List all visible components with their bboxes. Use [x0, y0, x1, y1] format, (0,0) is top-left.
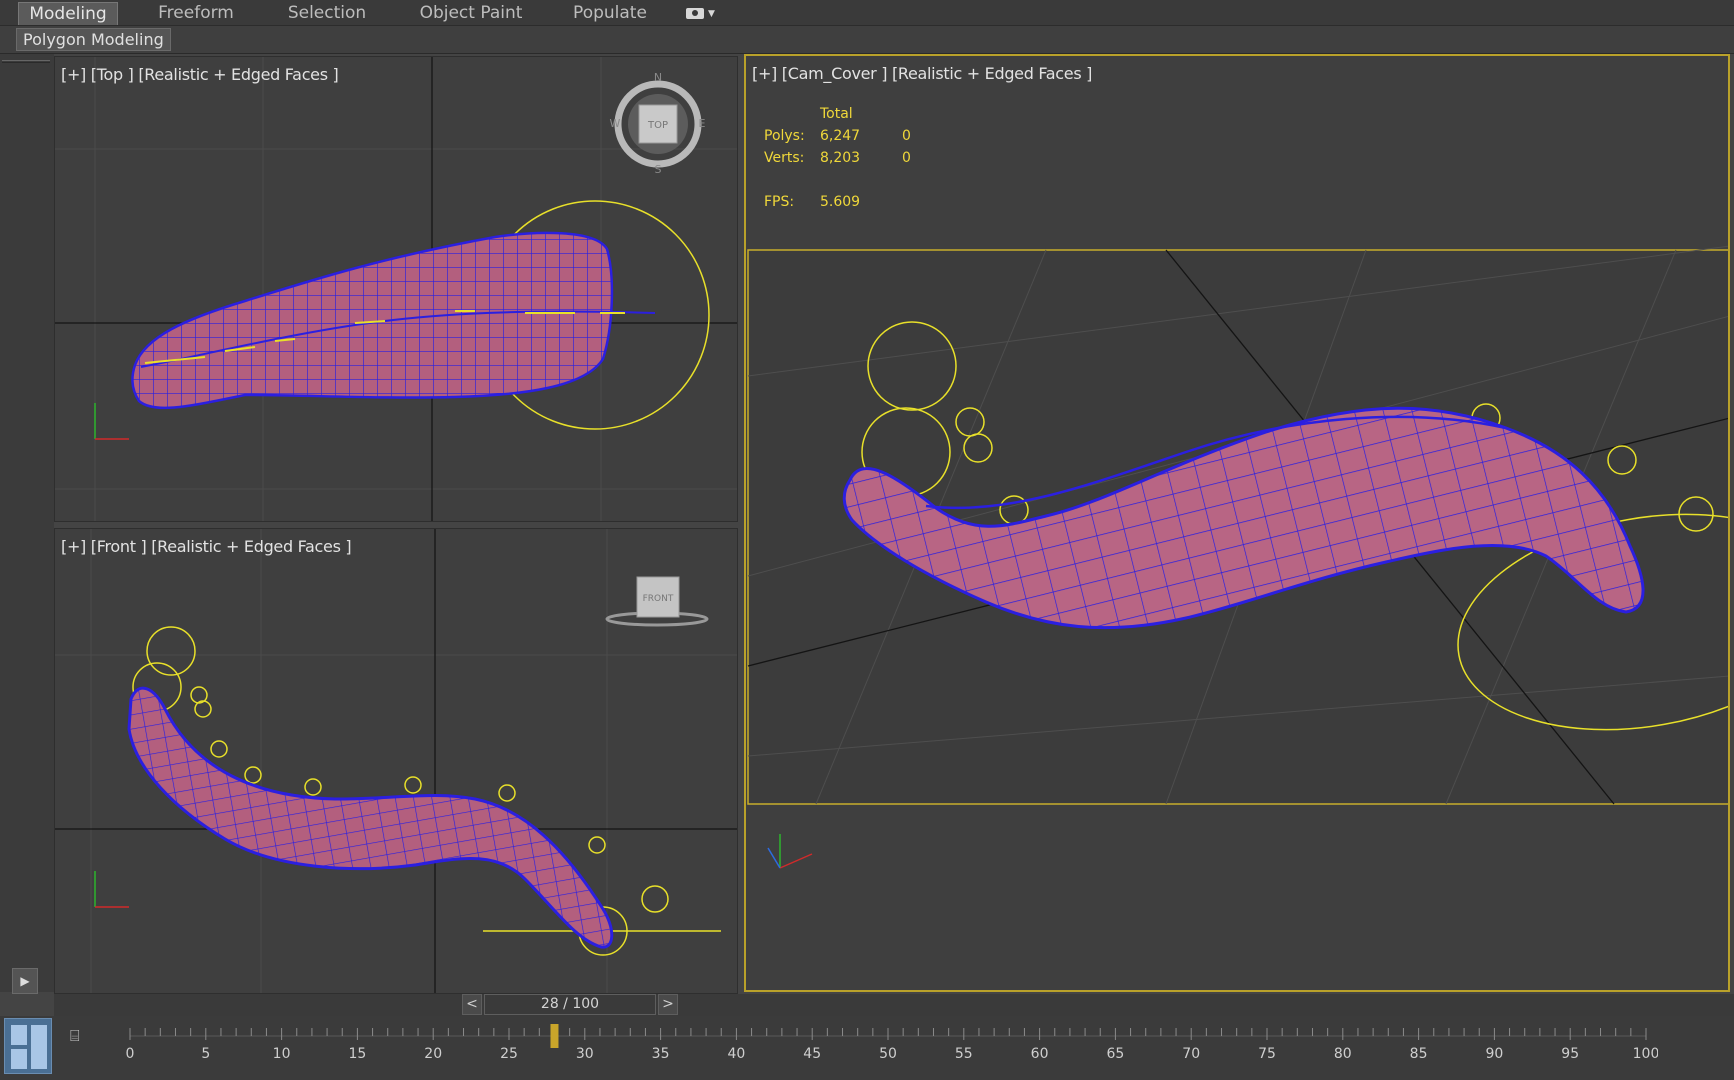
ruler-tick-label: 70 — [1182, 1046, 1200, 1062]
viewport-label-camera[interactable]: [+] [Cam_Cover ] [Realistic + Edged Face… — [752, 64, 1092, 83]
previous-frame-button[interactable]: < — [462, 994, 482, 1015]
viewport-top[interactable]: TOP N S W E [+] [Top ] [Realistic + Edge… — [54, 56, 738, 522]
ruler-tick-label: 10 — [273, 1046, 291, 1062]
ruler-tick-label: 50 — [879, 1046, 897, 1062]
ribbon-panel: Polygon Modeling — [0, 26, 1734, 54]
ruler-tick-label: 20 — [424, 1046, 442, 1062]
fps-value: 5.609 — [820, 194, 861, 210]
svg-text:W: W — [610, 117, 621, 130]
frame-indicator[interactable]: 28 / 100 — [484, 994, 656, 1015]
ruler-tick-label: 45 — [803, 1046, 821, 1062]
svg-text:E: E — [699, 117, 706, 130]
next-frame-button[interactable]: > — [658, 994, 678, 1015]
ruler-tick-label: 90 — [1485, 1046, 1503, 1062]
chevron-down-icon: ▼ — [708, 8, 715, 19]
tab-modeling[interactable]: Modeling — [18, 2, 118, 25]
ruler-tick-label: 55 — [955, 1046, 973, 1062]
verts-selected: 0 — [902, 150, 911, 166]
axis-tripod — [767, 834, 813, 869]
polys-label: Polys: — [764, 128, 805, 144]
camera-viewport-canvas — [747, 245, 1728, 869]
ruler-tick-label: 80 — [1334, 1046, 1352, 1062]
axis-tripod — [94, 871, 129, 908]
viewport-layout-icon[interactable] — [4, 1018, 52, 1074]
ruler-tick-label: 95 — [1561, 1046, 1579, 1062]
track-bar: ⌸ 0 5 10 15 20 25 30 35 40 45 50 55 60 65 70 75 80 85 90 95… — [0, 1016, 1734, 1080]
ruler-tick-label: 40 — [727, 1046, 745, 1062]
stats-header: Total — [820, 106, 853, 122]
axis-tripod — [94, 403, 129, 440]
play-icon[interactable]: ▶ — [12, 968, 38, 994]
top-viewport-canvas: TOP N S W E — [55, 57, 737, 521]
tab-freeform[interactable]: Freeform — [146, 2, 246, 25]
verts-label: Verts: — [764, 150, 805, 166]
viewport-label-top[interactable]: [+] [Top ] [Realistic + Edged Faces ] — [61, 65, 339, 84]
fps-label: FPS: — [764, 194, 795, 210]
viewport-front[interactable]: FRONT [+] [Front ] [Realistic + Edged Fa… — [54, 528, 738, 994]
ruler-tick-label: 0 — [126, 1046, 135, 1062]
viewcube[interactable]: TOP N S W E — [610, 71, 706, 176]
ruler-tick-label: 35 — [652, 1046, 670, 1062]
curve-editor-icon[interactable]: ⌸ — [70, 1026, 96, 1052]
ruler-tick-label: 85 — [1410, 1046, 1428, 1062]
ruler-tick-label: 15 — [348, 1046, 366, 1062]
ruler-tick-label: 30 — [576, 1046, 594, 1062]
svg-text:N: N — [654, 71, 662, 84]
divider — [2, 60, 50, 63]
polys-selected: 0 — [902, 128, 911, 144]
time-slider: < 28 / 100 > — [54, 994, 1734, 1016]
ruler-tick-label: 60 — [1031, 1046, 1049, 1062]
ribbon-options-dropdown[interactable]: ▼ — [686, 6, 722, 22]
viewport-camera[interactable]: [+] [Cam_Cover ] [Realistic + Edged Face… — [744, 54, 1730, 992]
current-frame-marker[interactable] — [550, 1024, 559, 1048]
camera-icon — [686, 8, 704, 19]
left-toolbar-strip: ▶ — [0, 54, 54, 994]
ruler-tick-label: 65 — [1106, 1046, 1124, 1062]
max-app-window: Modeling Freeform Selection Object Paint… — [0, 0, 1734, 1080]
tab-populate[interactable]: Populate — [560, 2, 660, 25]
ruler-tick-label: 75 — [1258, 1046, 1276, 1062]
ribbon-tab-bar: Modeling Freeform Selection Object Paint… — [0, 0, 1734, 26]
ruler-tick-label: 100 — [1633, 1046, 1658, 1062]
svg-text:S: S — [655, 163, 662, 176]
polys-total: 6,247 — [820, 128, 861, 144]
verts-total: 8,203 — [820, 150, 861, 166]
trackbar-ruler[interactable]: 0 5 10 15 20 25 30 35 40 45 50 55 60 65 70 75 80 85 90 95 10… — [118, 1016, 1658, 1080]
tab-selection[interactable]: Selection — [272, 2, 382, 25]
viewcube[interactable]: FRONT — [605, 576, 709, 627]
svg-text:TOP: TOP — [647, 120, 668, 131]
polygon-modeling-panel-button[interactable]: Polygon Modeling — [16, 28, 171, 51]
ruler-tick-label: 5 — [201, 1046, 210, 1062]
svg-text:FRONT: FRONT — [643, 594, 674, 604]
ruler-tick-label: 25 — [500, 1046, 518, 1062]
viewport-label-front[interactable]: [+] [Front ] [Realistic + Edged Faces ] — [61, 537, 352, 556]
front-viewport-canvas: FRONT — [55, 529, 737, 993]
tab-object-paint[interactable]: Object Paint — [406, 2, 536, 25]
